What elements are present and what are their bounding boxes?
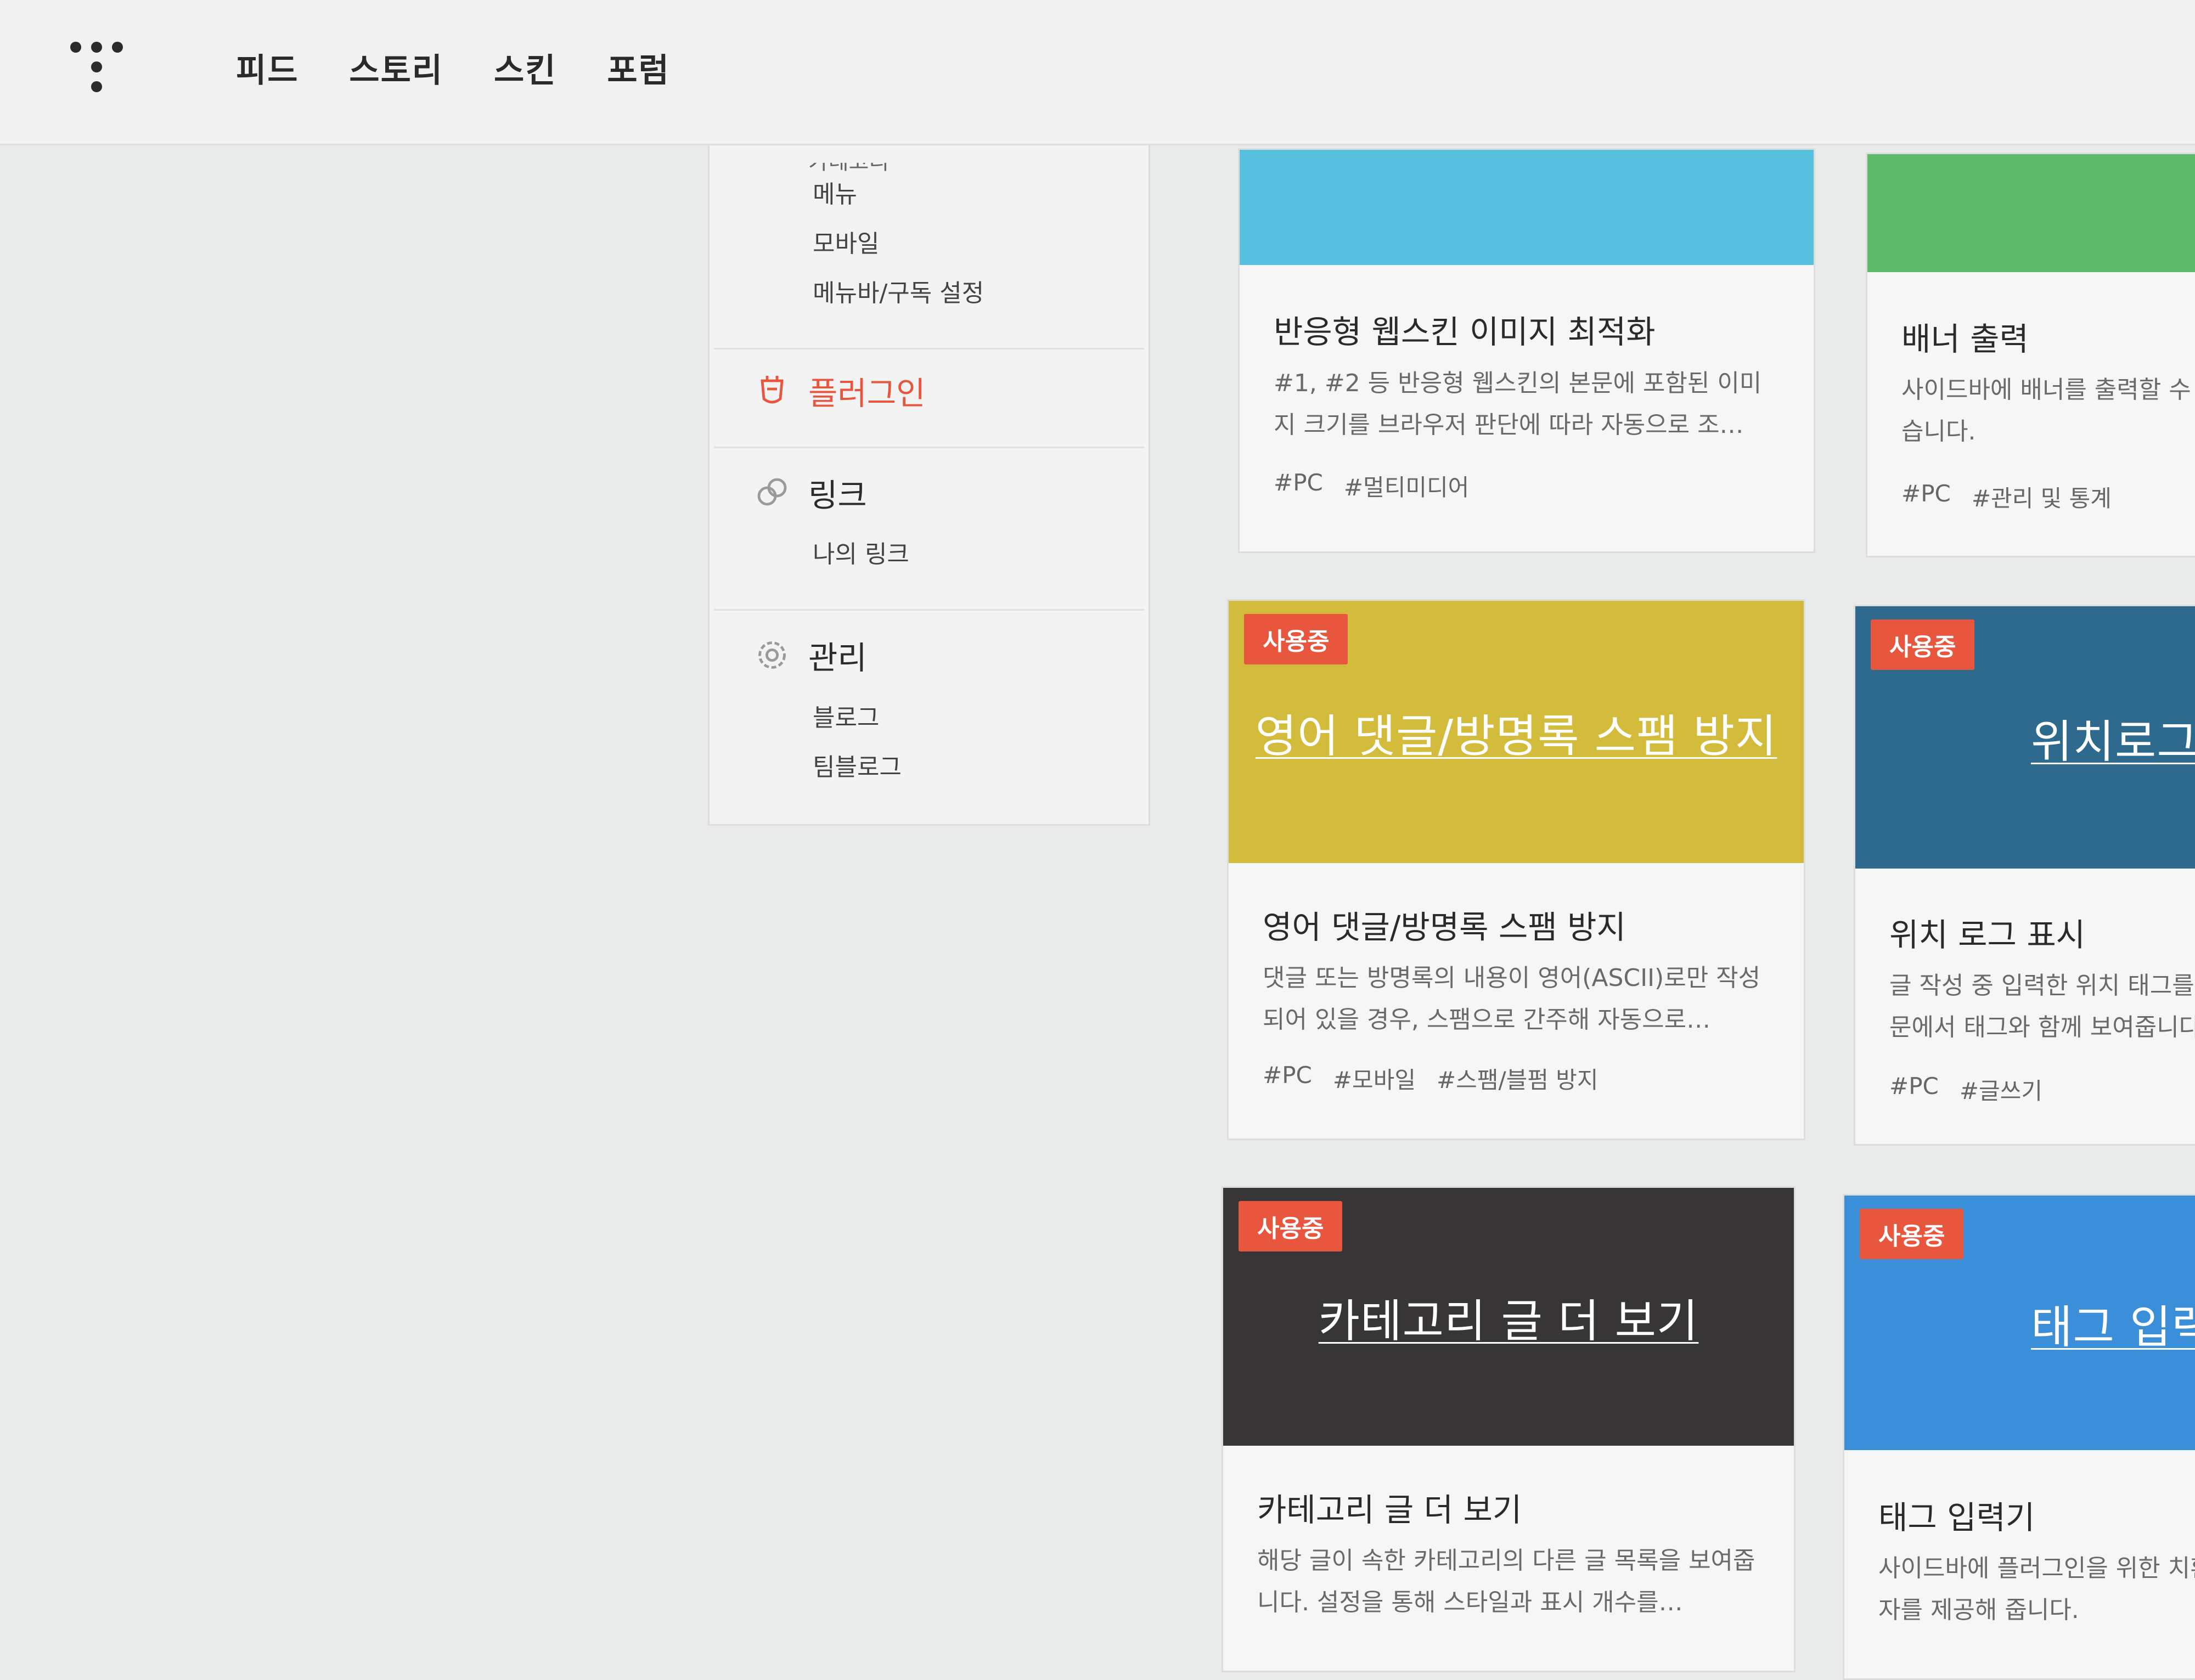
- nav-item-story[interactable]: 스토리: [349, 44, 443, 92]
- card-tag[interactable]: #PC: [1263, 1062, 1312, 1095]
- card-thumbnail: 카테고리 글 더 보기 사용중: [1223, 1188, 1794, 1446]
- card-tag[interactable]: #PC: [1901, 480, 1951, 514]
- card-tag[interactable]: #모바일: [1333, 1062, 1416, 1095]
- card-thumbnail: 영어 댓글/방명록 스팸 방지 사용중: [1229, 601, 1804, 863]
- card-tag[interactable]: #글쓰기: [1960, 1073, 2042, 1106]
- card-title: 카테고리 글 더 보기: [1257, 1491, 1522, 1529]
- card-tags: #PC #모바일 #스팸/블펌 방지: [1263, 1062, 1599, 1095]
- link-icon: [757, 478, 787, 506]
- main-nav: 피드 스토리 스킨 포럼: [236, 44, 670, 92]
- card-thumbnail-title: 영어 댓글/방명록 스팸 방지: [1255, 710, 1777, 763]
- sidebar-item-my-link[interactable]: 나의 링크: [813, 534, 909, 570]
- card-tag[interactable]: #스팸/블펌 방지: [1437, 1062, 1599, 1095]
- card-description: 글 작성 중 입력한 위치 태그를 본문에서 태그와 함께 보여줍니다.: [1889, 972, 2195, 1041]
- sidebar-item-mobile[interactable]: 모바일: [813, 224, 879, 259]
- plugin-card[interactable]: 배너 출력 사이드바에 배너를 출력할 수 있습니다. #PC #관리 및 통계: [1866, 153, 2195, 557]
- card-title: 영어 댓글/방명록 스팸 방지: [1263, 909, 1626, 946]
- plugin-card[interactable]: 반응형 웹스킨 이미지 최적화 #1, #2 등 반응형 웹스킨의 본문에 포함…: [1238, 148, 1815, 553]
- tistory-logo-icon[interactable]: [66, 40, 126, 94]
- settings-sidebar: 카테고리 메뉴 모바일 메뉴바/구독 설정 플러그인 링크 나의 링크 관리 블…: [708, 144, 1150, 826]
- sidebar-item-link[interactable]: 링크: [752, 470, 867, 516]
- sidebar-item-manage-label: 관리: [808, 639, 867, 676]
- card-tags: #PC #멀티미디어: [1274, 469, 1469, 503]
- card-title: 태그 입력기: [1878, 1499, 2035, 1536]
- card-description: 해당 글이 속한 카테고리의 다른 글 목록을 보여줍니다. 설정을 통해 스타…: [1257, 1547, 1755, 1616]
- card-title: 위치 로그 표시: [1889, 916, 2086, 954]
- card-tag[interactable]: #PC: [1274, 469, 1323, 503]
- plugin-card[interactable]: 영어 댓글/방명록 스팸 방지 사용중 영어 댓글/방명록 스팸 방지 댓글 또…: [1227, 599, 1805, 1140]
- card-tags: #PC #글쓰기: [1889, 1073, 2042, 1106]
- card-thumbnail: 태그 입력기 사용중: [1844, 1196, 2195, 1450]
- card-description: 사이드바에 배너를 출력할 수 있습니다.: [1901, 376, 2195, 446]
- plugin-card[interactable]: 위치로그 표시 사용중 위치 로그 표시 글 작성 중 입력한 위치 태그를 본…: [1854, 605, 2195, 1146]
- in-use-badge: 사용중: [1239, 1201, 1343, 1251]
- sidebar-item-category[interactable]: 카테고리: [808, 163, 889, 176]
- card-tag[interactable]: #PC: [1889, 1073, 1939, 1106]
- thumbnail-fill: [1867, 154, 2195, 272]
- card-description: 사이드바에 플러그인을 위한 치환자를 제공해 줍니다.: [1878, 1554, 2195, 1624]
- in-use-badge: 사용중: [1244, 614, 1348, 664]
- card-thumbnail: 위치로그 표시 사용중: [1855, 606, 2195, 869]
- card-description: 댓글 또는 방명록의 내용이 영어(ASCII)로만 작성되어 있을 경우, 스…: [1263, 964, 1761, 1034]
- gear-icon: [758, 641, 786, 669]
- sidebar-item-blog[interactable]: 블로그: [813, 698, 879, 733]
- divider: [714, 447, 1144, 448]
- nav-item-forum[interactable]: 포럼: [607, 44, 669, 92]
- card-thumbnail: [1867, 154, 2195, 272]
- card-title: 반응형 웹스킨 이미지 최적화: [1274, 313, 1656, 351]
- in-use-badge: 사용중: [1860, 1209, 1964, 1259]
- sidebar-item-link-label: 링크: [808, 477, 867, 514]
- nav-item-feed[interactable]: 피드: [236, 44, 299, 92]
- plugin-card[interactable]: 카테고리 글 더 보기 사용중 카테고리 글 더 보기 해당 글이 속한 카테고…: [1222, 1186, 1796, 1672]
- card-title: 배너 출력: [1901, 320, 2029, 358]
- card-thumbnail-title: 태그 입력기: [2031, 1301, 2195, 1354]
- sidebar-item-menu[interactable]: 메뉴: [813, 174, 857, 210]
- in-use-badge: 사용중: [1871, 619, 1975, 670]
- thumbnail-fill: [1240, 150, 1814, 265]
- card-tags: #PC #관리 및 통계: [1901, 480, 2112, 514]
- sidebar-item-manage[interactable]: 관리: [752, 632, 867, 678]
- sidebar-item-plugin-label: 플러그인: [808, 375, 926, 412]
- plugin-icon: [761, 376, 784, 404]
- divider: [714, 609, 1144, 611]
- card-tag[interactable]: #멀티미디어: [1344, 469, 1469, 503]
- sidebar-item-teamblog[interactable]: 팀블로그: [813, 747, 902, 782]
- top-navigation-bar: 피드 스토리 스킨 포럼: [0, 0, 2195, 145]
- card-thumbnail-title: 위치로그 표시: [2031, 715, 2195, 768]
- card-tag[interactable]: #관리 및 통계: [1972, 480, 2112, 514]
- plugin-card[interactable]: 태그 입력기 사용중 태그 입력기 사이드바에 플러그인을 위한 치환자를 제공…: [1843, 1194, 2195, 1680]
- card-description: #1, #2 등 반응형 웹스킨의 본문에 포함된 이미지 크기를 브라우저 판…: [1274, 369, 1762, 439]
- card-thumbnail: [1240, 150, 1814, 265]
- sidebar-item-menubar-subscribe[interactable]: 메뉴바/구독 설정: [813, 273, 984, 308]
- card-thumbnail-title: 카테고리 글 더 보기: [1318, 1295, 1699, 1348]
- sidebar-item-plugin[interactable]: 플러그인: [752, 368, 925, 414]
- divider: [714, 348, 1144, 349]
- nav-item-skin[interactable]: 스킨: [494, 44, 556, 92]
